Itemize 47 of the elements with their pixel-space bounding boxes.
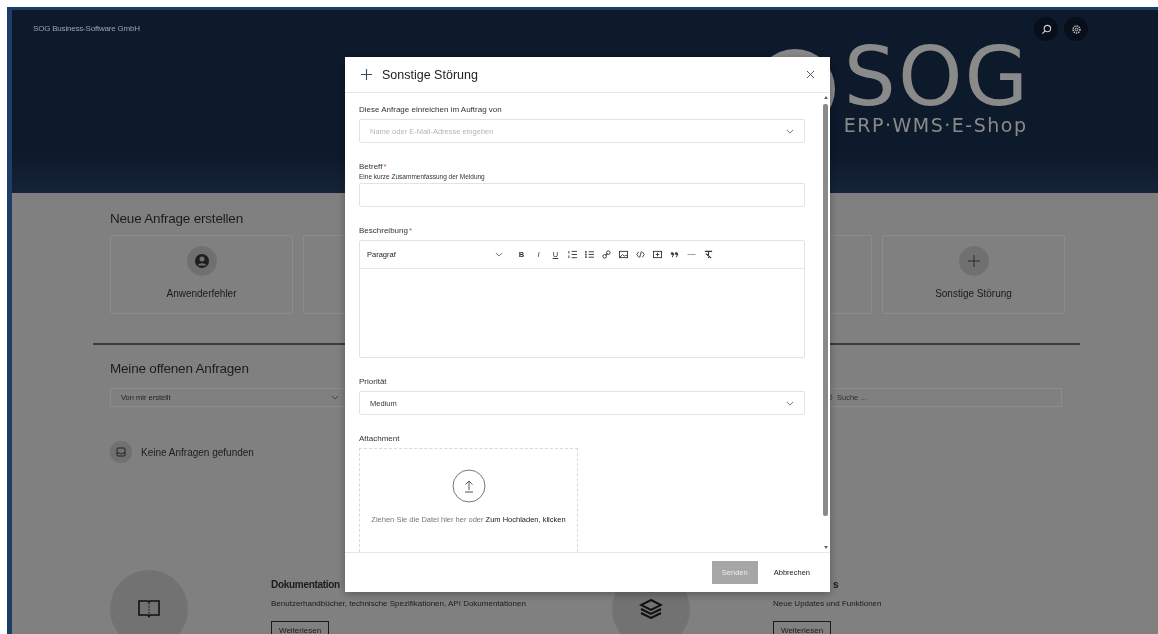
link-icon[interactable]: [602, 250, 611, 259]
request-card[interactable]: Sonstige Störung: [882, 235, 1065, 314]
upload-icon: [451, 469, 486, 503]
resource-description: Neue Updates und Funktionen: [773, 599, 882, 608]
input-field[interactable]: [359, 183, 805, 207]
inbox-icon: [110, 441, 132, 463]
read-more-button[interactable]: Weiterlesen: [773, 621, 832, 634]
section-title: Meine offenen Anfragen: [110, 361, 250, 376]
plus-icon: [958, 246, 989, 276]
card-label: Sonstige Störung: [935, 288, 1012, 299]
plus-icon: [361, 69, 372, 80]
search-icon: [1040, 23, 1052, 35]
card-label: Anwenderfehler: [166, 288, 237, 299]
section-title: Neue Anfrage erstellen: [110, 211, 244, 226]
field-label: Betreff*: [359, 162, 388, 171]
field-label: Diese Anfrage einreichen im Auftrag von: [359, 105, 503, 114]
request-card[interactable]: Anwenderfehler: [110, 235, 293, 314]
field-label: Attachment: [359, 434, 401, 443]
empty-message: Keine Anfragen gefunden: [141, 446, 254, 458]
chevron-icon: [786, 128, 794, 134]
resource-description: Benutzerhandbücher, technische Spezifikationen, API Dokumentationen: [271, 599, 526, 608]
user-icon: [186, 246, 217, 276]
search-button[interactable]: [1034, 17, 1058, 41]
company-name: SOG Business-Software GmbH: [33, 24, 141, 33]
gear-icon: [1070, 23, 1082, 35]
code-icon[interactable]: [636, 250, 645, 259]
image-icon[interactable]: [619, 250, 628, 259]
dialog-title: Sonstige Störung: [382, 67, 479, 82]
chevron-icon: [495, 252, 503, 257]
resource-title: s: [832, 579, 839, 590]
chevron-icon: [786, 400, 794, 406]
chevron-icon: [331, 395, 339, 400]
bullet-list-icon[interactable]: [585, 250, 594, 259]
clear-format-icon[interactable]: [704, 250, 713, 259]
logo-tagline: ERP·WMS·E-Shop: [843, 114, 1029, 136]
embed-icon[interactable]: [653, 250, 662, 259]
settings-button[interactable]: [1064, 17, 1088, 41]
field-label: Priorität: [359, 377, 388, 386]
field-label: Beschreibung*: [359, 226, 414, 235]
logo-text: SOG: [843, 44, 1030, 110]
close-button[interactable]: [805, 69, 816, 80]
resource-title: Dokumentation: [271, 579, 340, 590]
quote-icon[interactable]: [670, 250, 679, 259]
layers-icon: [639, 599, 663, 619]
book-icon: [137, 599, 161, 619]
read-more-button[interactable]: Weiterlesen: [271, 621, 330, 634]
numbered-list-icon[interactable]: [568, 250, 577, 259]
